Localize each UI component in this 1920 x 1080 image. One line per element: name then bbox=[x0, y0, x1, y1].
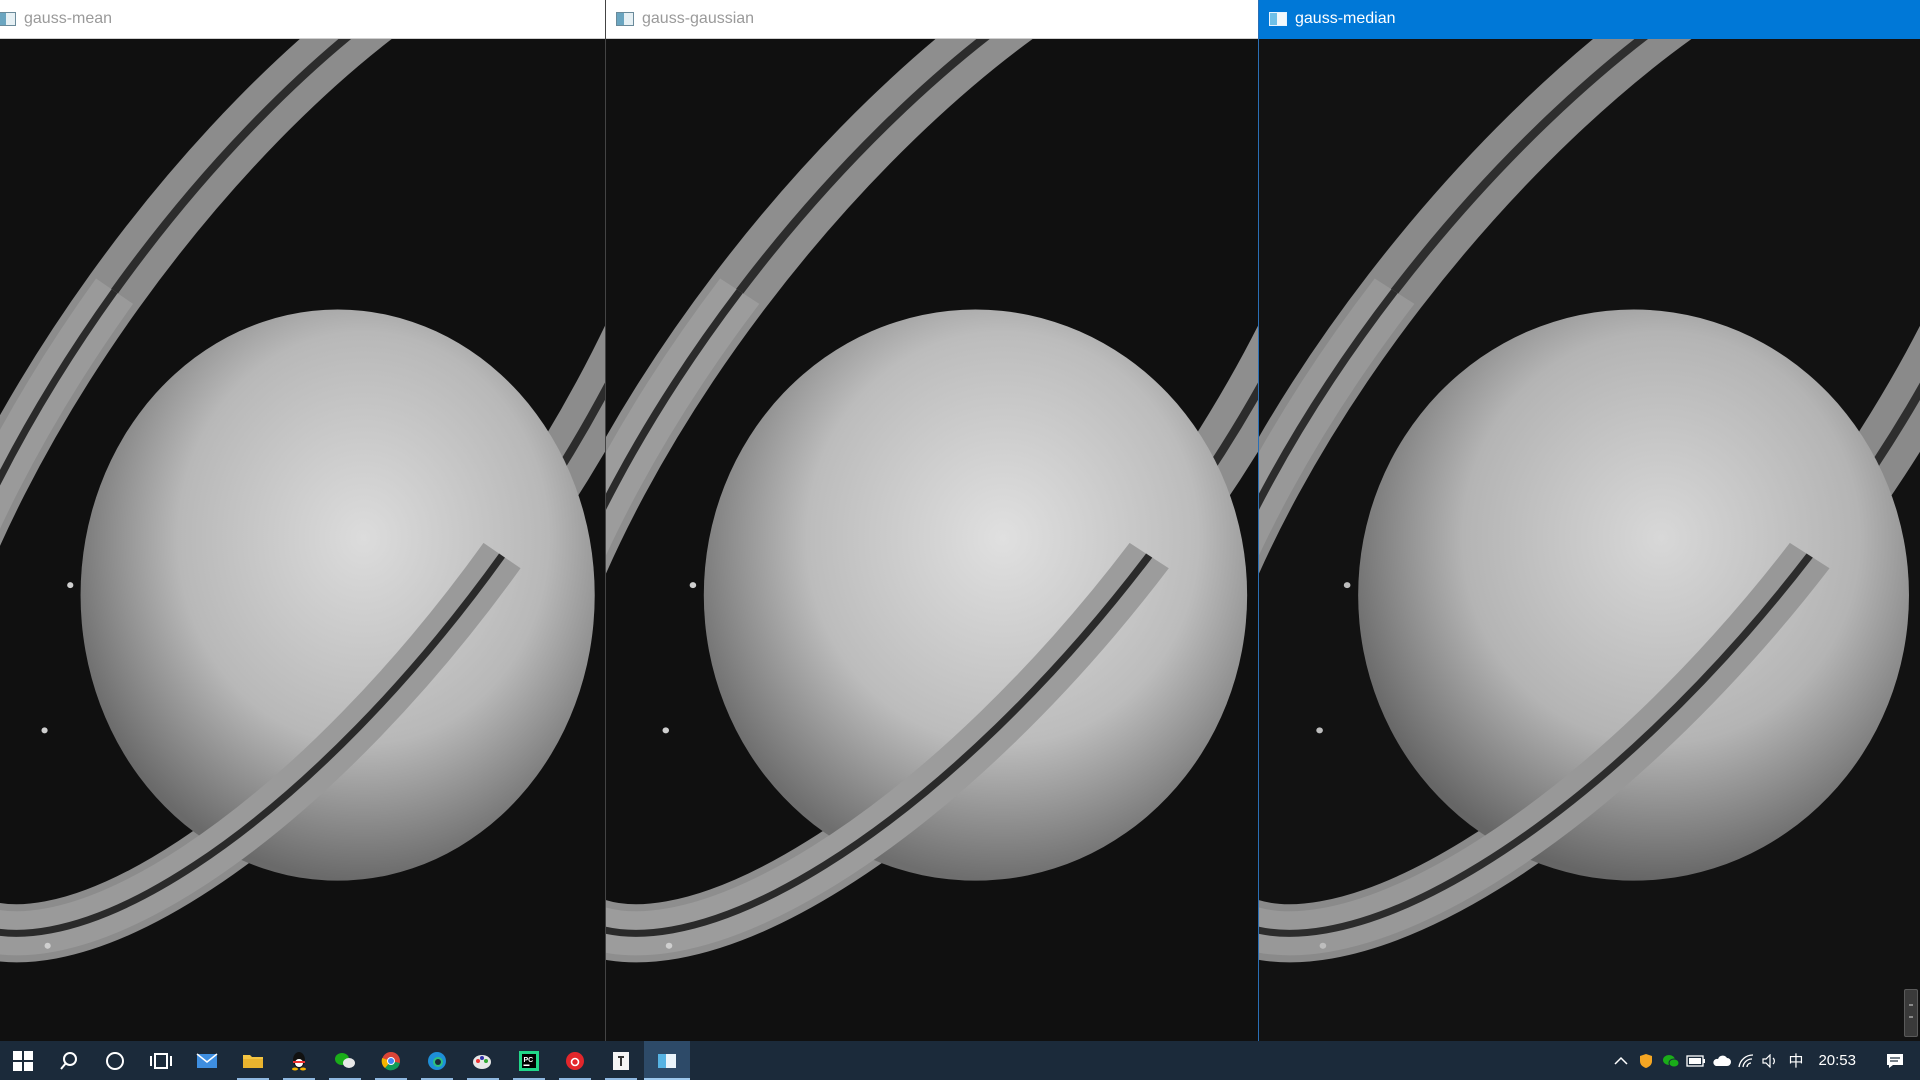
window-app-icon bbox=[616, 12, 634, 26]
window-titlebar[interactable]: gauss-mean bbox=[0, 0, 605, 39]
window-titlebar[interactable]: gauss-median bbox=[1259, 0, 1920, 39]
wifi-icon bbox=[1738, 1053, 1753, 1067]
typora-icon bbox=[613, 1051, 629, 1070]
image-canvas[interactable] bbox=[606, 39, 1258, 1041]
window-titlebar[interactable]: gauss-gaussian bbox=[606, 0, 1258, 39]
chevron-up-icon bbox=[1614, 1056, 1628, 1065]
saturn-image bbox=[0, 39, 605, 1041]
window-title: gauss-mean bbox=[24, 10, 113, 27]
battery-icon bbox=[1686, 1054, 1705, 1067]
image-canvas[interactable] bbox=[0, 39, 605, 1041]
chrome-icon bbox=[381, 1051, 400, 1070]
saturn-image bbox=[606, 39, 1258, 1041]
opencv-window-icon bbox=[658, 1053, 676, 1068]
mail-icon bbox=[196, 1052, 218, 1068]
search-button[interactable] bbox=[46, 1041, 92, 1080]
edge-icon bbox=[428, 1051, 446, 1070]
taskbar-edge[interactable] bbox=[414, 1041, 460, 1080]
taskbar-qq[interactable] bbox=[276, 1041, 322, 1080]
window-title: gauss-median bbox=[1295, 10, 1396, 27]
desktop-windows: gauss-mean gauss-gaussian gauss-median bbox=[0, 0, 1920, 1041]
window-title: gauss-gaussian bbox=[642, 10, 755, 27]
qq-icon bbox=[292, 1051, 306, 1070]
file-explorer-icon bbox=[243, 1054, 263, 1068]
cortana-button[interactable] bbox=[92, 1041, 138, 1080]
tray-security[interactable] bbox=[1633, 1041, 1658, 1080]
speaker-icon bbox=[1762, 1053, 1775, 1068]
taskbar-wechat[interactable] bbox=[322, 1041, 368, 1080]
wechat-icon bbox=[1662, 1054, 1680, 1067]
image-canvas[interactable] bbox=[1259, 39, 1920, 1041]
scrollbar-thumb[interactable] bbox=[1904, 989, 1918, 1037]
paint-icon bbox=[473, 1054, 491, 1069]
task-view-button[interactable] bbox=[138, 1041, 184, 1080]
taskbar-pycharm[interactable]: PC bbox=[506, 1041, 552, 1080]
tray-input-method[interactable]: 中 bbox=[1783, 1041, 1808, 1080]
taskbar-paint[interactable] bbox=[460, 1041, 506, 1080]
netease-music-icon bbox=[566, 1051, 584, 1070]
task-view-icon bbox=[150, 1052, 172, 1069]
taskbar-mail[interactable] bbox=[184, 1041, 230, 1080]
saturn-image bbox=[1259, 39, 1920, 1041]
start-button[interactable] bbox=[0, 1041, 46, 1080]
search-icon bbox=[60, 1051, 77, 1070]
start-icon bbox=[13, 1050, 33, 1071]
cortana-icon bbox=[106, 1051, 124, 1070]
taskbar-typora[interactable] bbox=[598, 1041, 644, 1080]
tray-onedrive[interactable] bbox=[1708, 1041, 1733, 1080]
pycharm-icon: PC bbox=[519, 1050, 539, 1071]
svg-text:PC: PC bbox=[524, 1057, 534, 1064]
shield-icon bbox=[1639, 1053, 1652, 1068]
cloud-icon bbox=[1713, 1055, 1731, 1066]
tray-overflow-button[interactable] bbox=[1608, 1041, 1633, 1080]
window-gauss-median[interactable]: gauss-median bbox=[1259, 0, 1920, 1041]
tray-battery[interactable] bbox=[1683, 1041, 1708, 1080]
taskbar-chrome[interactable] bbox=[368, 1041, 414, 1080]
window-app-icon bbox=[1269, 12, 1287, 26]
tray-clock[interactable]: 20:53 bbox=[1808, 1041, 1870, 1080]
window-gauss-gaussian[interactable]: gauss-gaussian bbox=[606, 0, 1259, 1041]
taskbar: PC 中 20:53 bbox=[0, 1041, 1920, 1080]
wechat-icon bbox=[335, 1052, 355, 1068]
window-app-icon bbox=[0, 12, 16, 26]
notification-icon bbox=[1887, 1053, 1903, 1068]
tray-wechat[interactable] bbox=[1658, 1041, 1683, 1080]
taskbar-opencv-window[interactable] bbox=[644, 1041, 690, 1080]
taskbar-file-explorer[interactable] bbox=[230, 1041, 276, 1080]
tray-volume[interactable] bbox=[1758, 1041, 1783, 1080]
tray-network[interactable] bbox=[1733, 1041, 1758, 1080]
tray-notifications[interactable] bbox=[1870, 1041, 1920, 1080]
taskbar-netease-music[interactable] bbox=[552, 1041, 598, 1080]
system-tray: 中 20:53 bbox=[1608, 1041, 1920, 1080]
window-gauss-mean[interactable]: gauss-mean bbox=[0, 0, 606, 1041]
